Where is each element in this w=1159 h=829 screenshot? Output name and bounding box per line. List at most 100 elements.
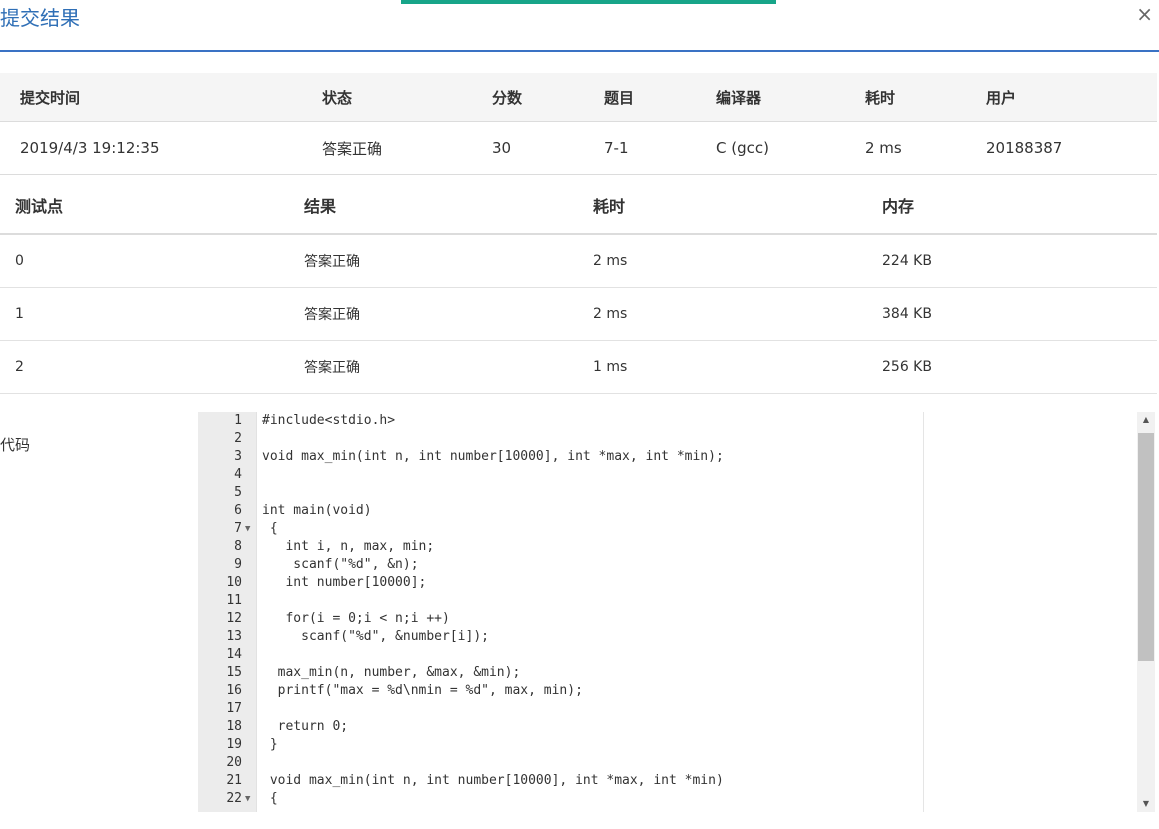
summary-row: 2019/4/3 19:12:35 答案正确 30 7-1 C (gcc) 2 … (0, 121, 1157, 175)
code-line: 19 } (198, 736, 923, 754)
code-text: scanf("%d", &number[i]); (262, 629, 489, 644)
code-text: printf("max = %d\nmin = %d", max, min); (262, 683, 583, 698)
table-row: 0 答案正确 2 ms 224 KB (0, 234, 1157, 288)
scroll-up-icon[interactable]: ▲ (1137, 412, 1155, 428)
tests-header-row: 测试点 结果 耗时 内存 (0, 177, 1157, 235)
header-score: 分数 (472, 73, 584, 122)
test-index: 2 (0, 340, 289, 394)
test-index: 0 (0, 234, 289, 288)
header-user: 用户 (966, 73, 1157, 122)
code-line: 10 int number[10000]; (198, 574, 923, 592)
header-compiler: 编译器 (696, 73, 845, 122)
code-editor[interactable]: 1 #include<stdio.h> 2 3 void max_min(int n, … (198, 412, 924, 812)
summary-header-row: 提交时间 状态 分数 题目 编译器 耗时 用户 (0, 73, 1157, 122)
code-text: } (262, 737, 278, 752)
test-memory: 224 KB (867, 234, 1157, 288)
code-line: 1 #include<stdio.h> (198, 412, 923, 430)
submit-time: 2019/4/3 19:12:35 (0, 121, 302, 175)
test-time: 1 ms (578, 340, 867, 394)
code-text: { (262, 521, 278, 536)
line-number: 2 (234, 431, 242, 446)
test-memory: 256 KB (867, 340, 1157, 394)
line-number: 1 (234, 413, 242, 428)
line-number: 14 (226, 647, 242, 662)
elapsed-time: 2 ms (845, 121, 966, 175)
code-text: { (262, 791, 278, 806)
code-text: void max_min(int n, int number[10000], i… (262, 773, 724, 788)
code-line: 5 (198, 484, 923, 502)
code-line: 7 ▼ { (198, 520, 923, 538)
code-line: 13 scanf("%d", &number[i]); (198, 628, 923, 646)
code-text: int main(void) (262, 503, 372, 518)
code-line: 16 printf("max = %d\nmin = %d", max, min… (198, 682, 923, 700)
table-row: 1 答案正确 2 ms 384 KB (0, 287, 1157, 341)
code-line: 11 (198, 592, 923, 610)
line-number: 18 (226, 719, 242, 734)
code-text: return 0; (262, 719, 349, 734)
code-text: scanf("%d", &n); (262, 557, 419, 572)
header-test-point: 测试点 (0, 177, 289, 235)
line-number: 22 (226, 791, 242, 806)
code-line: 21 void max_min(int n, int number[10000]… (198, 772, 923, 790)
close-icon[interactable]: × (1136, 2, 1153, 26)
line-number: 21 (226, 773, 242, 788)
code-text: int number[10000]; (262, 575, 427, 590)
line-number: 13 (226, 629, 242, 644)
code-line: 6 int main(void) (198, 502, 923, 520)
line-number: 3 (234, 449, 242, 464)
code-line: 4 (198, 466, 923, 484)
line-number: 17 (226, 701, 242, 716)
code-line: 2 (198, 430, 923, 448)
code-text: int i, n, max, min; (262, 539, 435, 554)
vertical-scrollbar[interactable]: ▲ ▼ (1137, 412, 1155, 812)
line-number: 4 (234, 467, 242, 482)
header-test-time: 耗时 (578, 177, 867, 235)
header-memory: 内存 (867, 177, 1157, 235)
submission-summary-table: 提交时间 状态 分数 题目 编译器 耗时 用户 2019/4/3 19:12:3… (0, 73, 1157, 175)
code-line: 22 ▼ { (198, 790, 923, 808)
fold-toggle-icon[interactable]: ▼ (245, 790, 250, 808)
scrollbar-thumb[interactable] (1138, 433, 1154, 661)
scroll-down-icon[interactable]: ▼ (1137, 796, 1155, 812)
top-accent-bar (401, 0, 776, 4)
test-cases-table: 测试点 结果 耗时 内存 0 答案正确 2 ms 224 KB 1 答案正确 2… (0, 177, 1157, 394)
title-divider (0, 50, 1159, 52)
line-number: 11 (226, 593, 242, 608)
dialog-title: 提交结果 (0, 6, 80, 30)
test-memory: 384 KB (867, 287, 1157, 341)
code-line: 3 void max_min(int n, int number[10000], … (198, 448, 923, 466)
line-number: 12 (226, 611, 242, 626)
line-number: 16 (226, 683, 242, 698)
fold-toggle-icon[interactable]: ▼ (245, 520, 250, 538)
line-number: 7 (234, 521, 242, 536)
code-text: for(i = 0;i < n;i ++) (262, 611, 450, 626)
header-status: 状态 (302, 73, 472, 122)
test-result: 答案正确 (289, 340, 578, 394)
code-label: 代码 (0, 436, 31, 454)
line-number: 20 (226, 755, 242, 770)
problem-link[interactable]: 7-1 (584, 121, 696, 175)
code-lines: 1 #include<stdio.h> 2 3 void max_min(int n, … (198, 412, 923, 808)
line-number: 5 (234, 485, 242, 500)
code-line: 18 return 0; (198, 718, 923, 736)
code-line: 12 for(i = 0;i < n;i ++) (198, 610, 923, 628)
line-number: 8 (234, 539, 242, 554)
test-index: 1 (0, 287, 289, 341)
code-line: 9 scanf("%d", &n); (198, 556, 923, 574)
user-id: 20188387 (966, 121, 1157, 175)
code-line: 8 int i, n, max, min; (198, 538, 923, 556)
line-number: 6 (234, 503, 242, 518)
table-row: 2 答案正确 1 ms 256 KB (0, 340, 1157, 394)
status-text: 答案正确 (302, 121, 472, 175)
line-number: 9 (234, 557, 242, 572)
code-line: 20 (198, 754, 923, 772)
test-result: 答案正确 (289, 287, 578, 341)
test-time: 2 ms (578, 234, 867, 288)
header-time: 耗时 (845, 73, 966, 122)
score: 30 (472, 121, 584, 175)
test-time: 2 ms (578, 287, 867, 341)
code-line: 15 max_min(n, number, &max, &min); (198, 664, 923, 682)
code-line: 14 (198, 646, 923, 664)
test-result: 答案正确 (289, 234, 578, 288)
code-text: max_min(n, number, &max, &min); (262, 665, 521, 680)
